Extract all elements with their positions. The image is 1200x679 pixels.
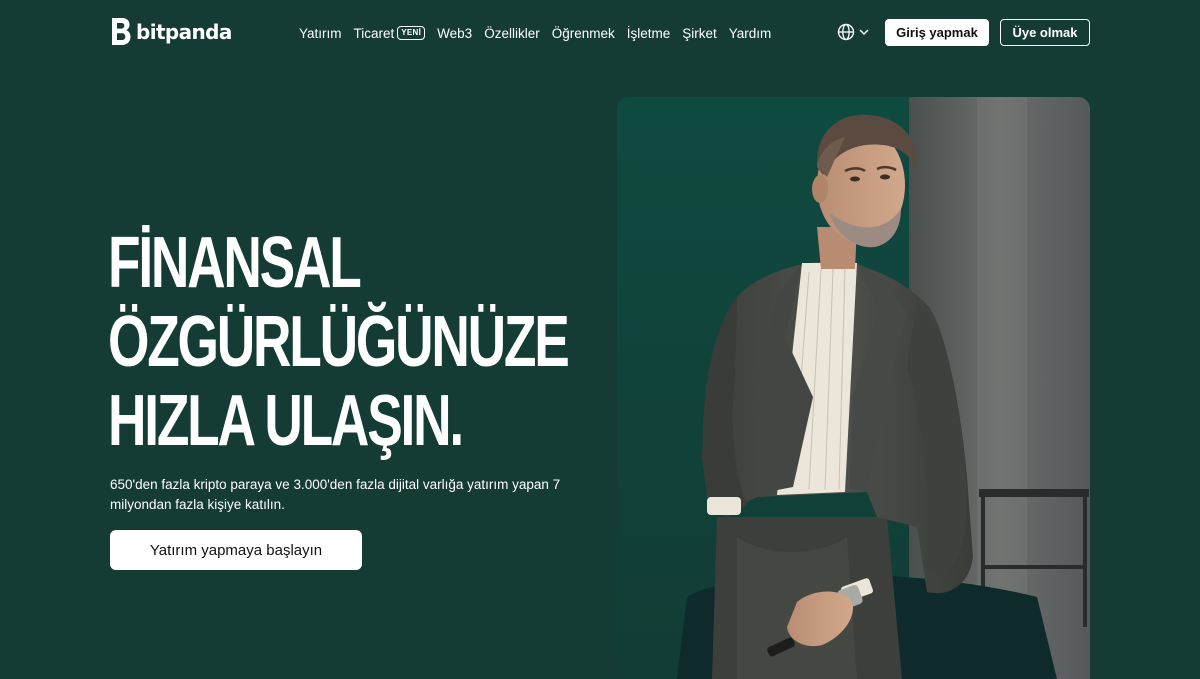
- nav-item-ticaret-label: Ticaret: [353, 25, 395, 41]
- bitpanda-logo[interactable]: bitpanda: [110, 17, 232, 47]
- new-badge: YENİ: [397, 26, 426, 40]
- nav-item-ozellikler[interactable]: Özellikler: [484, 26, 540, 41]
- nav-item-sirket[interactable]: Şirket: [682, 26, 717, 41]
- logo-wordmark: bitpanda: [136, 20, 232, 44]
- start-investing-button[interactable]: Yatırım yapmaya başlayın: [110, 530, 362, 570]
- hero-photo: [617, 97, 1090, 679]
- nav-item-web3[interactable]: Web3: [437, 26, 472, 41]
- nav-item-ogrenmek[interactable]: Öğrenmek: [552, 26, 615, 41]
- man-in-suit-illustration: [617, 97, 1090, 679]
- language-selector[interactable]: [837, 22, 870, 42]
- nav-item-yatirim[interactable]: Yatırım: [299, 26, 342, 41]
- hero-title-line-3: HIZLA ULAŞIN.: [108, 381, 464, 461]
- nav-item-yardim[interactable]: Yardım: [729, 26, 772, 41]
- site-header: bitpanda Yatırım Ticaret YENİ Web3 Özell…: [0, 0, 1200, 66]
- chevron-down-icon: [859, 29, 869, 36]
- globe-icon: [837, 23, 855, 41]
- hero-title-line-1: FİNANSAL: [108, 223, 362, 303]
- nav-item-ticaret[interactable]: Ticaret YENİ: [354, 26, 426, 41]
- main-nav: Yatırım Ticaret YENİ Web3 Özellikler Öğr…: [299, 24, 771, 42]
- signup-button[interactable]: Üye olmak: [1000, 19, 1090, 46]
- hero-title: FİNANSAL ÖZGÜRLÜĞÜNÜZE HIZLA ULAŞIN.: [108, 223, 570, 461]
- nav-item-isletme[interactable]: İşletme: [627, 26, 671, 41]
- bitpanda-b-logo-icon: [112, 18, 131, 45]
- hero-title-line-2: ÖZGÜRLÜĞÜNÜZE: [108, 302, 570, 382]
- login-button[interactable]: Giriş yapmak: [885, 19, 989, 46]
- hero-subtitle: 650'den fazla kripto paraya ve 3.000'den…: [110, 477, 561, 512]
